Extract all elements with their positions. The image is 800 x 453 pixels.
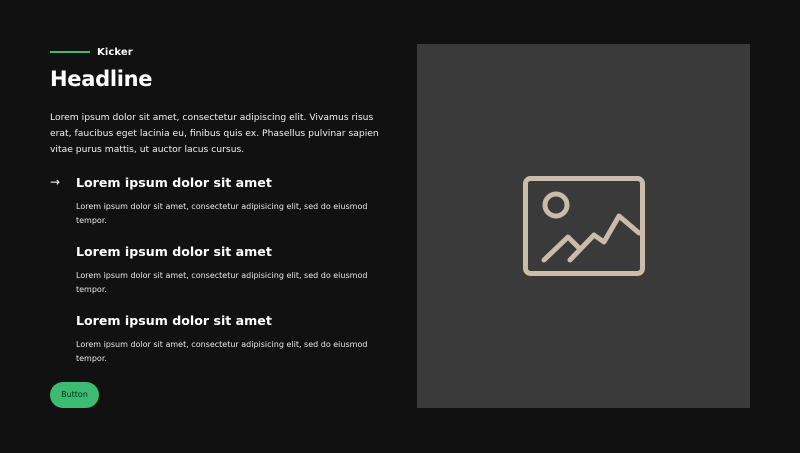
kicker-line (50, 51, 90, 53)
feature-body: Lorem ipsum dolor sit amet, consectetur … (76, 202, 368, 225)
feature-title: Lorem ipsum dolor sit amet (76, 313, 272, 328)
feature-item: → Lorem ipsum dolor sit amet Lorem ipsum… (50, 170, 380, 230)
feature-item: Lorem ipsum dolor sit amet Lorem ipsum d… (50, 239, 380, 299)
kicker: Kicker (97, 46, 133, 58)
feature-item: Lorem ipsum dolor sit amet Lorem ipsum d… (50, 308, 380, 368)
intro-text: Lorem ipsum dolor sit amet, consectetur … (50, 112, 379, 155)
image-placeholder (417, 44, 750, 408)
feature-title: Lorem ipsum dolor sit amet (76, 175, 272, 190)
feature-body: Lorem ipsum dolor sit amet, consectetur … (76, 340, 368, 363)
image-placeholder-icon (522, 176, 645, 276)
feature-title: Lorem ipsum dolor sit amet (76, 244, 272, 259)
arrow-right-icon: → (50, 175, 61, 189)
kicker-row: Kicker (50, 45, 133, 59)
feature-body: Lorem ipsum dolor sit amet, consectetur … (76, 271, 368, 294)
primary-button[interactable]: Button (50, 382, 99, 408)
headline: Headline (50, 67, 153, 91)
